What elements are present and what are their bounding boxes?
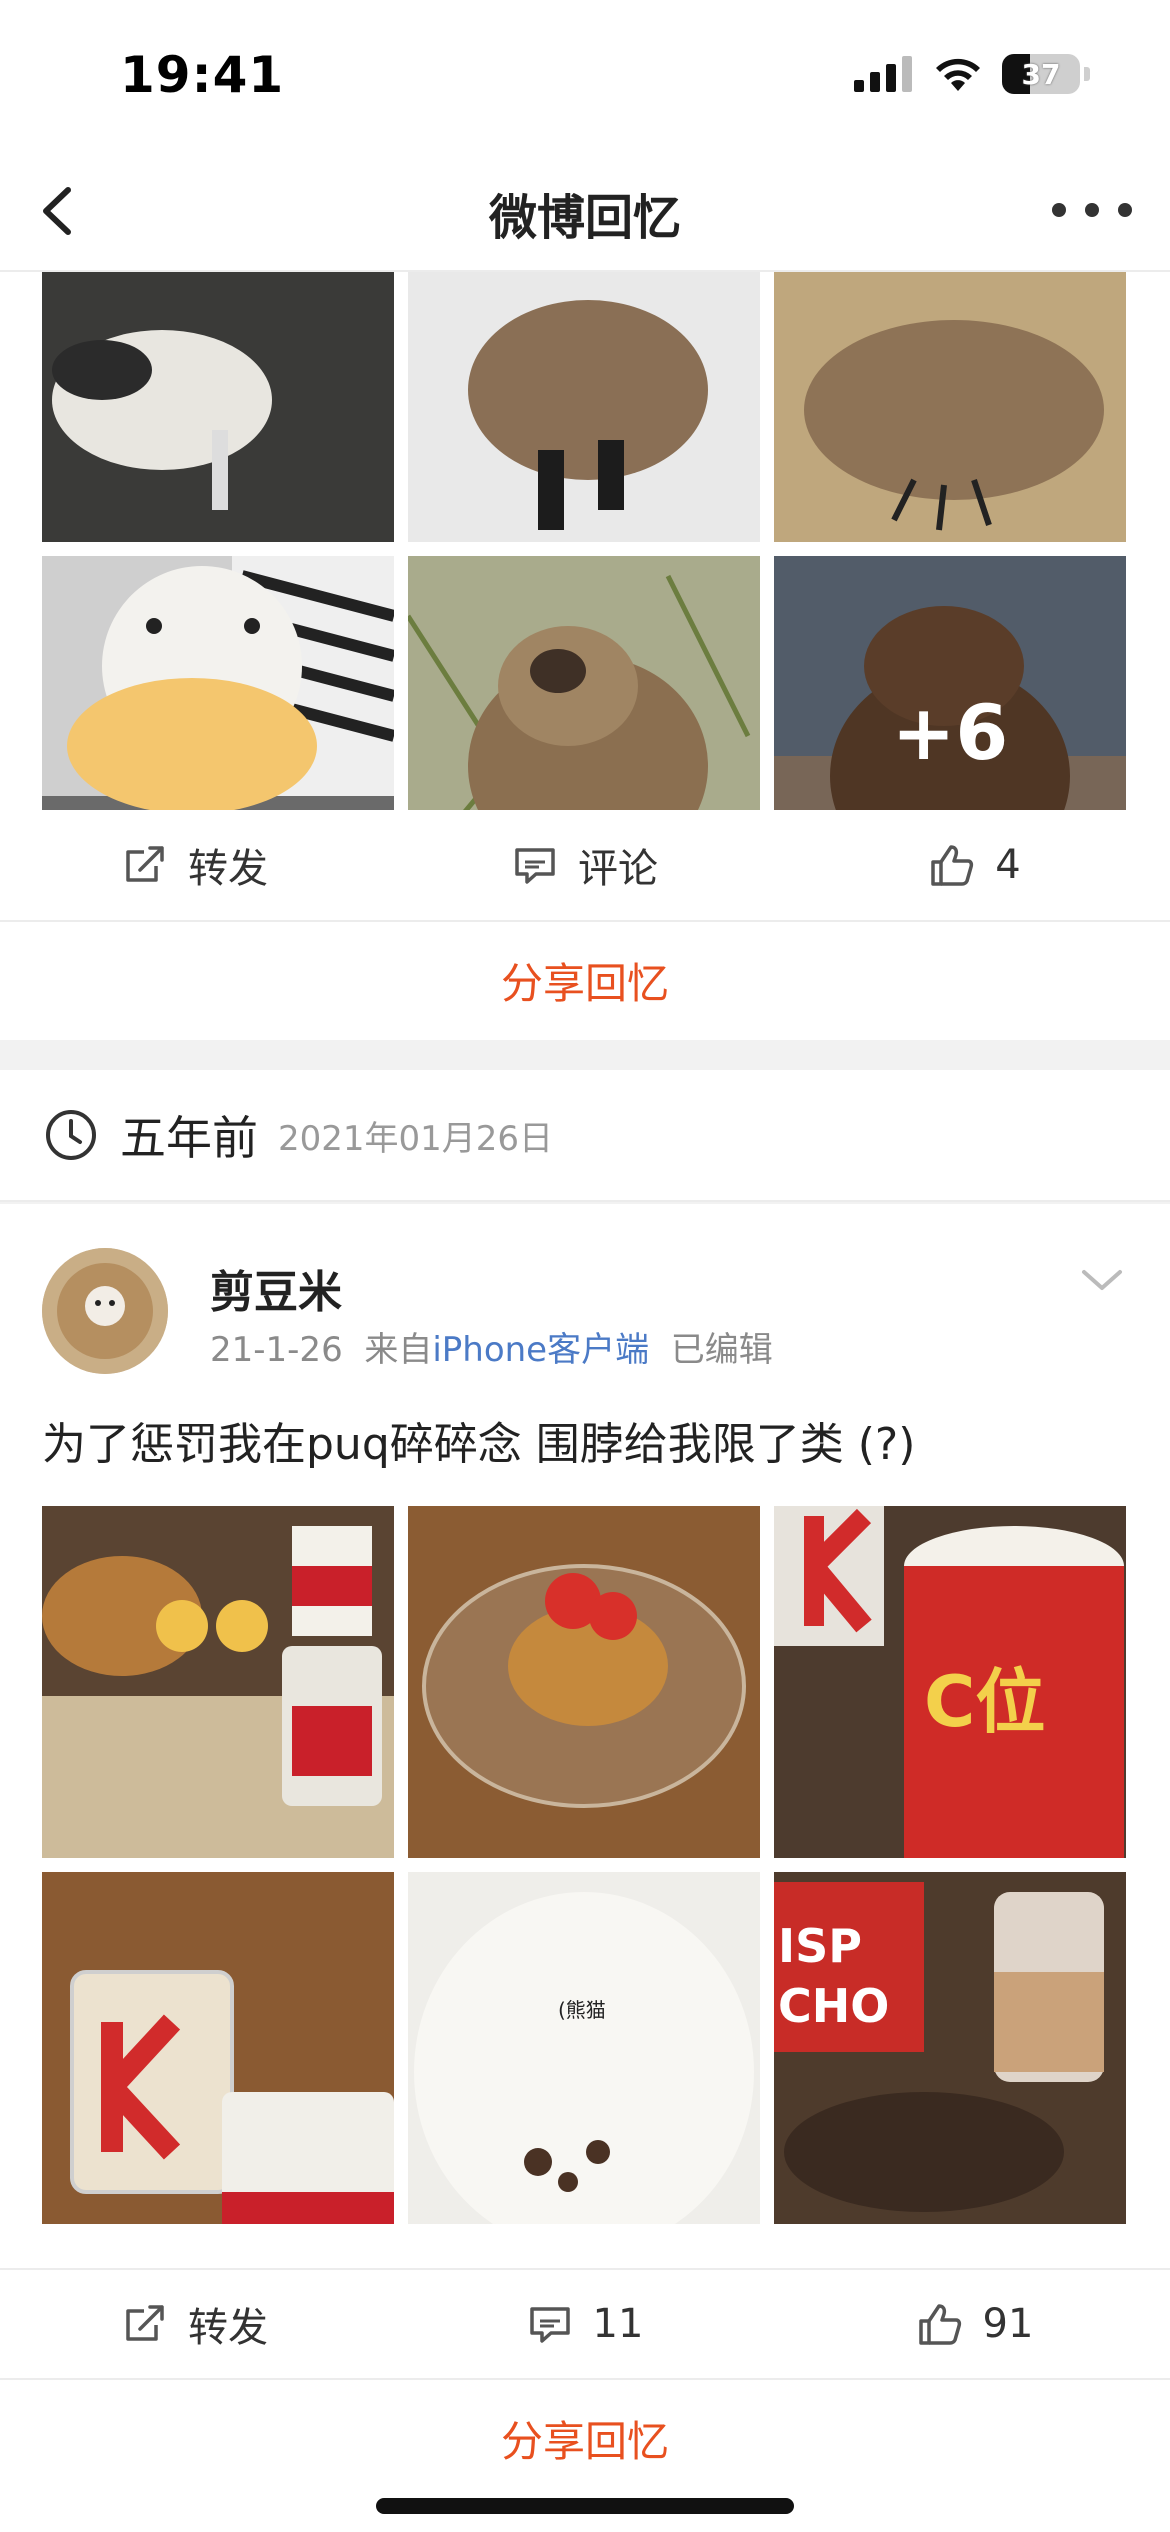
- action-bar: 转发 评论 4: [0, 810, 1170, 920]
- post-card: 剪豆米 21-1-26 来自iPhone客户端 已编辑 为了惩罚我在puq碎碎念…: [0, 1204, 1170, 2532]
- repost-icon: [126, 2305, 164, 2341]
- action-bar: 转发 11 91: [0, 2268, 1170, 2378]
- repost-button[interactable]: 转发: [0, 2270, 390, 2378]
- post-meta: 21-1-26 来自iPhone客户端 已编辑: [210, 1322, 773, 1371]
- more-icon[interactable]: [1052, 180, 1132, 240]
- photo-thumbnail[interactable]: (熊猫: [408, 1872, 760, 2224]
- photo-thumbnail[interactable]: [42, 272, 394, 542]
- photo-thumbnail[interactable]: ISP CHO: [774, 1872, 1126, 2224]
- status-time: 19:41: [120, 46, 285, 104]
- photo-caption: (熊猫: [558, 1998, 606, 2022]
- status-bar: 19:41 37: [0, 0, 1170, 150]
- avatar[interactable]: [42, 1248, 168, 1374]
- page-title: 微博回忆: [488, 190, 681, 246]
- thumbs-up-icon: [931, 845, 974, 886]
- nav-bar: 微博回忆: [0, 150, 1170, 272]
- photo-thumbnail[interactable]: [408, 1506, 760, 1858]
- repost-button[interactable]: 转发: [0, 810, 390, 920]
- wifi-icon: [936, 58, 980, 91]
- like-count: 91: [982, 2301, 1034, 2347]
- battery-icon: 37: [1002, 54, 1080, 94]
- source-link[interactable]: iPhone客户端: [432, 1330, 649, 1370]
- comment-icon: [515, 848, 555, 884]
- cellular-signal-icon: [854, 56, 912, 92]
- photo-thumbnail[interactable]: [42, 1506, 394, 1858]
- photo-grid: C位 (熊猫 ISP CHO: [42, 1506, 1128, 2224]
- repost-label: 转发: [188, 2305, 268, 2351]
- source-prefix: 来自: [364, 1330, 433, 1370]
- svg-text:C位: C位: [924, 1661, 1045, 1743]
- share-memory-button[interactable]: 分享回忆: [0, 920, 1170, 1038]
- memory-card-1: +6 转发 评论 4 分享回忆: [0, 272, 1170, 1040]
- user-name[interactable]: 剪豆米: [210, 1256, 342, 1320]
- memory-time-header: 五年前 2021年01月26日: [0, 1070, 1170, 1202]
- chevron-down-icon[interactable]: [1074, 1260, 1130, 1300]
- share-memory-button[interactable]: 分享回忆: [0, 2378, 1170, 2496]
- comment-button[interactable]: 评论: [390, 810, 780, 920]
- like-button[interactable]: 4: [780, 810, 1170, 920]
- post-text: 为了惩罚我在puq碎碎念 围脖给我限了类 (?): [42, 1419, 916, 1470]
- svg-text:CHO: CHO: [778, 1979, 889, 2033]
- photo-thumbnail[interactable]: [42, 1872, 394, 2224]
- svg-text:ISP: ISP: [778, 1919, 862, 1973]
- comment-count: 11: [592, 2301, 644, 2347]
- time-ago: 五年前: [120, 1111, 258, 1165]
- comment-button[interactable]: 11: [390, 2270, 780, 2378]
- memory-date: 2021年01月26日: [278, 1118, 554, 1159]
- clock-icon: [46, 1110, 96, 1160]
- post-date: 21-1-26: [210, 1330, 343, 1370]
- repost-label: 转发: [188, 846, 268, 892]
- repost-icon: [126, 846, 164, 882]
- photo-thumbnail[interactable]: [408, 272, 760, 542]
- like-count: 4: [995, 842, 1021, 888]
- comment-icon: [529, 2307, 570, 2343]
- home-indicator[interactable]: [376, 2498, 794, 2514]
- photo-thumbnail[interactable]: [774, 272, 1126, 542]
- status-icons: 37: [854, 54, 1090, 94]
- edited-label: 已编辑: [670, 1330, 773, 1370]
- like-button[interactable]: 91: [780, 2270, 1170, 2378]
- thumbs-up-icon: [918, 2304, 961, 2345]
- battery-level: 37: [1021, 57, 1061, 91]
- photo-thumbnail[interactable]: C位: [774, 1506, 1126, 1858]
- comment-label: 评论: [578, 846, 658, 892]
